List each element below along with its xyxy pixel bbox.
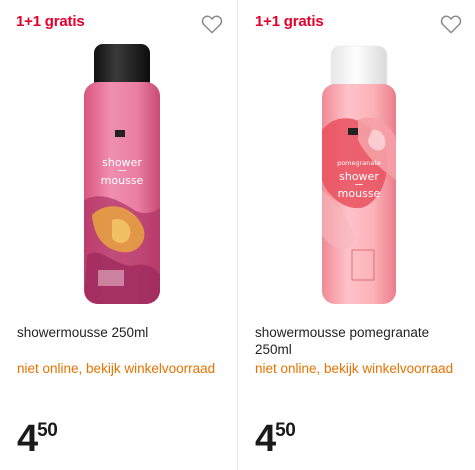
product-title[interactable]: showermousse pomegranate 250ml — [255, 324, 465, 358]
can-label-line: mousse — [338, 187, 381, 200]
can-label-line: mousse — [101, 174, 144, 187]
promo-badge: 1+1 gratis — [255, 13, 324, 30]
can-label-line: shower — [339, 170, 379, 183]
brand-logo — [115, 130, 125, 137]
can-label-line: pomegranate — [337, 159, 381, 167]
brand-logo — [348, 128, 358, 135]
heart-outline-icon[interactable] — [201, 14, 223, 34]
price-euros: 4 — [255, 418, 276, 460]
product-grid: 1+1 gratis shower mousse showermousse 25… — [0, 0, 475, 470]
product-image-showermousse-pomegranate[interactable]: pomegranate shower mousse — [298, 40, 418, 312]
price-cents: 50 — [37, 420, 58, 441]
availability-link[interactable]: niet online, bekijk winkelvoorraad — [255, 360, 465, 377]
price-cents: 50 — [275, 420, 296, 441]
can-label-line: shower — [102, 156, 142, 169]
price: 450 — [255, 418, 296, 460]
product-image-showermousse[interactable]: shower mousse — [62, 40, 182, 312]
promo-badge: 1+1 gratis — [16, 13, 85, 30]
heart-outline-icon[interactable] — [440, 14, 462, 34]
price: 450 — [17, 418, 58, 460]
availability-link[interactable]: niet online, bekijk winkelvoorraad — [17, 360, 227, 377]
price-euros: 4 — [17, 418, 38, 460]
product-card[interactable]: 1+1 gratis — [0, 0, 237, 470]
product-title[interactable]: showermousse 250ml — [17, 324, 237, 341]
product-card[interactable]: 1+1 gratis — [238, 0, 475, 470]
